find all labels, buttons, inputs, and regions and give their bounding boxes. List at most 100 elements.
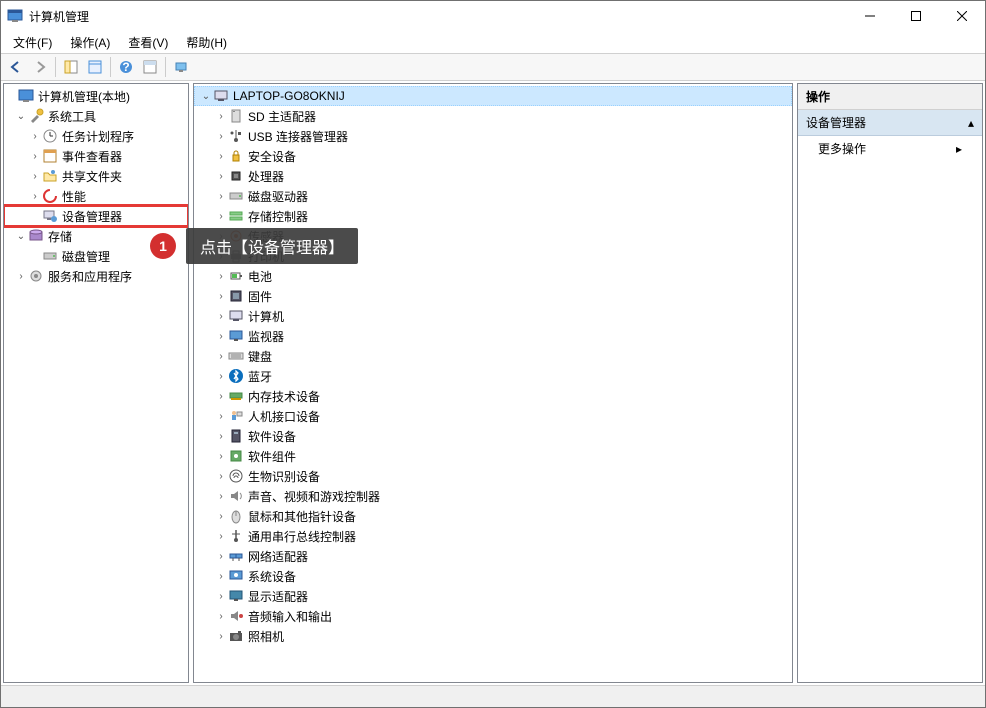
device-category-label: 音频输入和输出 — [248, 608, 332, 625]
device-category-component[interactable]: ›软件组件 — [194, 446, 792, 466]
tree-storage[interactable]: ⌄ 存储 — [4, 226, 188, 246]
sensor-icon — [228, 228, 244, 244]
tree-label: 磁盘管理 — [62, 248, 110, 265]
device-category-cpu[interactable]: ›处理器 — [194, 166, 792, 186]
actions-pane: 操作 设备管理器 ▴ 更多操作 ▸ — [797, 83, 983, 683]
device-category-display[interactable]: ›显示适配器 — [194, 586, 792, 606]
show-hide-tree-button[interactable] — [60, 56, 82, 78]
tree-disk-management[interactable]: › 磁盘管理 — [4, 246, 188, 266]
actions-header: 操作 — [798, 84, 982, 110]
device-category-printer[interactable]: ›打印机 — [194, 246, 792, 266]
menu-help[interactable]: 帮助(H) — [178, 32, 235, 53]
device-category-software[interactable]: ›软件设备 — [194, 426, 792, 446]
device-category-memory[interactable]: ›内存技术设备 — [194, 386, 792, 406]
tree-services-apps[interactable]: › 服务和应用程序 — [4, 266, 188, 286]
audio-icon — [228, 488, 244, 504]
network-icon — [228, 548, 244, 564]
menu-file[interactable]: 文件(F) — [5, 32, 60, 53]
system-icon — [228, 568, 244, 584]
device-category-label: 磁盘驱动器 — [248, 188, 308, 205]
close-button[interactable] — [939, 1, 985, 31]
device-category-disk-drive[interactable]: ›磁盘驱动器 — [194, 186, 792, 206]
storage-icon — [28, 228, 44, 244]
tree-performance[interactable]: › 性能 — [4, 186, 188, 206]
share-icon — [42, 168, 58, 184]
display-icon — [228, 588, 244, 604]
tools-icon — [28, 108, 44, 124]
biometric-icon — [228, 468, 244, 484]
device-category-biometric[interactable]: ›生物识别设备 — [194, 466, 792, 486]
tree-device-manager[interactable]: › 设备管理器 — [4, 206, 188, 226]
tree-event-viewer[interactable]: › 事件查看器 — [4, 146, 188, 166]
back-button[interactable] — [5, 56, 27, 78]
device-category-firmware[interactable]: ›固件 — [194, 286, 792, 306]
device-category-label: 蓝牙 — [248, 368, 272, 385]
svg-text:?: ? — [122, 60, 129, 74]
storage-ctrl-icon — [228, 208, 244, 224]
toolbar-button-6[interactable] — [170, 56, 192, 78]
console-tree[interactable]: ▸ 计算机管理(本地) ⌄ 系统工具 › 任务计划程序 › 事件 — [3, 83, 189, 683]
help-button[interactable]: ? — [115, 56, 137, 78]
device-category-label: 计算机 — [248, 308, 284, 325]
performance-icon — [42, 188, 58, 204]
device-category-keyboard[interactable]: ›键盘 — [194, 346, 792, 366]
collapse-icon: ▴ — [968, 116, 974, 130]
memory-icon — [228, 388, 244, 404]
menu-view[interactable]: 查看(V) — [120, 32, 176, 53]
device-root[interactable]: ⌄LAPTOP-GO8OKNIJ — [194, 86, 792, 106]
actions-section[interactable]: 设备管理器 ▴ — [798, 110, 982, 136]
device-category-bluetooth[interactable]: ›蓝牙 — [194, 366, 792, 386]
chevron-right-icon: ▸ — [956, 142, 962, 156]
status-bar — [1, 685, 985, 707]
mouse-icon — [228, 508, 244, 524]
tree-label: 存储 — [48, 228, 72, 245]
clock-icon — [42, 128, 58, 144]
toolbar-button-5[interactable] — [139, 56, 161, 78]
maximize-button[interactable] — [893, 1, 939, 31]
minimize-button[interactable] — [847, 1, 893, 31]
device-category-system[interactable]: ›系统设备 — [194, 566, 792, 586]
tree-label: 性能 — [62, 188, 86, 205]
monitor-icon — [228, 328, 244, 344]
actions-section-label: 设备管理器 — [806, 114, 866, 131]
component-icon — [228, 448, 244, 464]
body: ▸ 计算机管理(本地) ⌄ 系统工具 › 任务计划程序 › 事件 — [1, 81, 985, 685]
device-category-hid[interactable]: ›人机接口设备 — [194, 406, 792, 426]
device-category-usb[interactable]: ›USB 连接器管理器 — [194, 126, 792, 146]
properties-button[interactable] — [84, 56, 106, 78]
device-category-label: 打印机 — [248, 248, 284, 265]
device-category-camera[interactable]: ›照相机 — [194, 626, 792, 646]
device-category-mouse[interactable]: ›鼠标和其他指针设备 — [194, 506, 792, 526]
battery-icon — [228, 268, 244, 284]
more-actions[interactable]: 更多操作 ▸ — [798, 136, 982, 161]
device-category-audio[interactable]: ›声音、视频和游戏控制器 — [194, 486, 792, 506]
device-category-computer[interactable]: ›计算机 — [194, 306, 792, 326]
tree-task-scheduler[interactable]: › 任务计划程序 — [4, 126, 188, 146]
device-category-label: 内存技术设备 — [248, 388, 320, 405]
device-category-usb-controller[interactable]: ›通用串行总线控制器 — [194, 526, 792, 546]
tree-shared-folders[interactable]: › 共享文件夹 — [4, 166, 188, 186]
tree-label: 服务和应用程序 — [48, 268, 132, 285]
toolbar: ? — [1, 53, 985, 81]
software-icon — [228, 428, 244, 444]
tree-label: 设备管理器 — [62, 208, 122, 225]
window-title: 计算机管理 — [29, 8, 847, 25]
device-category-monitor[interactable]: ›监视器 — [194, 326, 792, 346]
menu-action[interactable]: 操作(A) — [62, 32, 118, 53]
tree-label: 共享文件夹 — [62, 168, 122, 185]
tree-label: 任务计划程序 — [62, 128, 134, 145]
device-category-battery[interactable]: ›电池 — [194, 266, 792, 286]
device-category-sd[interactable]: ›SD 主适配器 — [194, 106, 792, 126]
device-category-security[interactable]: ›安全设备 — [194, 146, 792, 166]
tree-system-tools[interactable]: ⌄ 系统工具 — [4, 106, 188, 126]
device-category-network[interactable]: ›网络适配器 — [194, 546, 792, 566]
forward-button[interactable] — [29, 56, 51, 78]
more-actions-label: 更多操作 — [818, 140, 866, 157]
device-category-storage-ctrl[interactable]: ›存储控制器 — [194, 206, 792, 226]
device-category-audio-io[interactable]: ›音频输入和输出 — [194, 606, 792, 626]
titlebar: 计算机管理 — [1, 1, 985, 31]
device-tree[interactable]: ⌄LAPTOP-GO8OKNIJ›SD 主适配器›USB 连接器管理器›安全设备… — [193, 83, 793, 683]
device-category-sensor[interactable]: ›传感器 — [194, 226, 792, 246]
tree-root-computer-management[interactable]: ▸ 计算机管理(本地) — [4, 86, 188, 106]
audio-io-icon — [228, 608, 244, 624]
